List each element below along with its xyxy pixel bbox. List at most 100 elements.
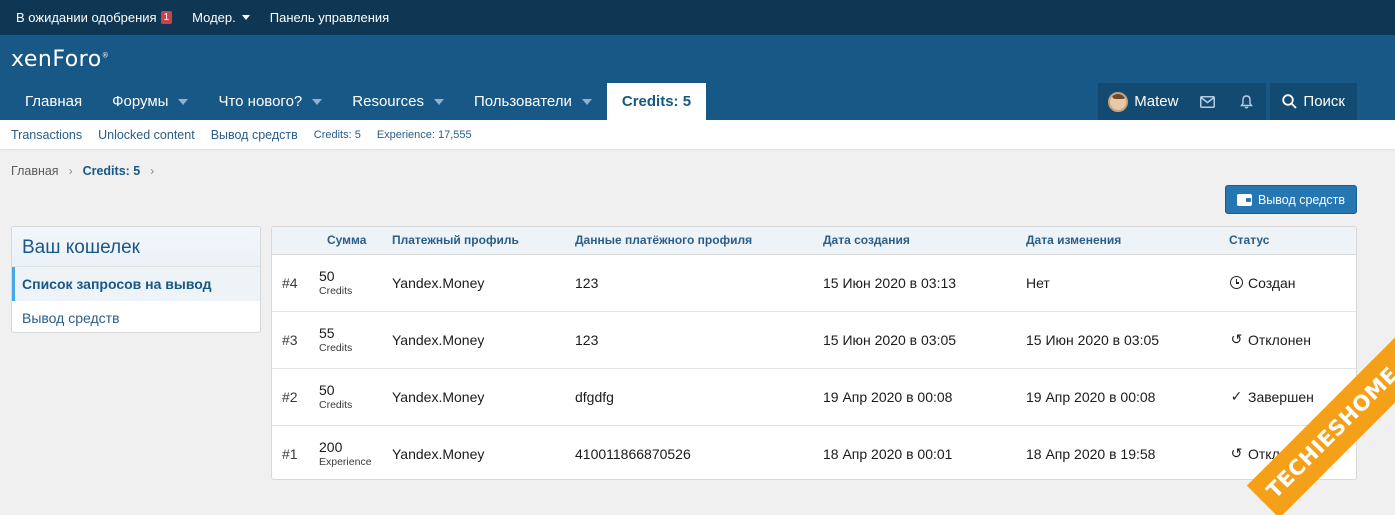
row-status: Создан (1229, 254, 1356, 312)
tab-forums[interactable]: Форумы (97, 83, 203, 120)
tab-members[interactable]: Пользователи (459, 83, 607, 120)
row-created: 15 Июн 2020 в 03:13 (823, 254, 1026, 312)
row-sum: 200 Experience (319, 425, 392, 479)
user-nav: Matew Поиск (1098, 83, 1357, 120)
tab-home[interactable]: Главная (10, 83, 97, 120)
tab-members-label: Пользователи (473, 93, 572, 110)
table-row[interactable]: #4 50 Credits Yandex.Money 123 15 Июн 202… (272, 254, 1356, 312)
subnav-transactions[interactable]: Transactions (11, 128, 82, 142)
row-changed: 15 Июн 2020 в 03:05 (1026, 311, 1229, 369)
table-row[interactable]: #3 55 Credits Yandex.Money 123 15 Июн 202… (272, 311, 1356, 369)
sidebar-item-label: Список запросов на вывод (22, 276, 212, 292)
col-status-header: Статус (1229, 227, 1356, 255)
withdraw-button[interactable]: Вывод средств (1225, 185, 1357, 214)
row-profile-data: 410011866870526 (575, 445, 691, 462)
row-changed: 18 Апр 2020 в 19:58 (1026, 445, 1156, 462)
row-amount: 55 (319, 324, 335, 341)
row-created: 19 Апр 2020 в 00:08 (823, 368, 1026, 426)
moder-menu-label: Модер. (192, 10, 236, 25)
subnav-unlocked-content[interactable]: Unlocked content (98, 128, 195, 142)
main-nav: Главная Форумы Что нового? Resources Пол… (10, 83, 707, 120)
tab-credits[interactable]: Credits: 5 (606, 83, 707, 120)
row-created: 18 Апр 2020 в 00:01 (823, 445, 953, 462)
row-status-label: Создан (1248, 274, 1296, 291)
table-header-row: Сумма Платежный профиль Данные платёжног… (272, 227, 1356, 255)
row-profile-data: 123 (575, 311, 823, 369)
wallet-sidebar: Ваш кошелек Список запросов на вывод Выв… (11, 226, 261, 333)
row-profile: Yandex.Money (392, 368, 575, 426)
col-profile-data-header: Данные платёжного профиля (575, 227, 823, 255)
chevron-right-icon: › (68, 164, 73, 178)
inbox-button[interactable] (1188, 83, 1228, 120)
withdraw-button-label: Вывод средств (1257, 192, 1346, 207)
table-row[interactable]: #1 200 Experience Yandex.Money 4100118668… (272, 425, 1356, 479)
row-unit: Credits (319, 284, 353, 297)
row-created: 15 Июн 2020 в 03:05 (823, 311, 1026, 369)
search-icon (1282, 94, 1298, 109)
row-unit: Credits (319, 341, 353, 354)
search-button[interactable]: Поиск (1270, 83, 1357, 120)
user-name: Matew (1134, 93, 1179, 110)
alerts-button[interactable] (1227, 83, 1267, 120)
row-sum: 55 Credits (319, 311, 392, 369)
row-changed: 19 Апр 2020 в 00:08 (1026, 368, 1229, 426)
wallet-title: Ваш кошелек (12, 227, 260, 267)
row-unit: Experience (319, 455, 372, 468)
table-row[interactable]: #2 50 Credits Yandex.Money dfgdfg 19 Апр … (272, 368, 1356, 426)
logo-mark: ® (101, 51, 110, 60)
search-label: Поиск (1303, 93, 1345, 110)
row-id: #3 (272, 311, 319, 369)
tab-credits-label: Credits: 5 (621, 93, 692, 110)
bell-icon (1240, 94, 1254, 108)
approval-queue-link[interactable]: В ожидании одобрения 1 (16, 10, 173, 25)
tab-home-label: Главная (25, 93, 83, 110)
sub-nav: Transactions Unlocked content Вывод сред… (0, 120, 1395, 150)
tab-whats-new[interactable]: Что нового? (203, 83, 337, 120)
wallet-icon (1236, 193, 1252, 206)
chevron-down-icon (241, 15, 250, 20)
tab-forums-label: Форумы (112, 93, 169, 110)
tab-resources-label: Resources (352, 93, 424, 110)
sidebar-item-label: Вывод средств (22, 310, 120, 326)
account-menu[interactable]: Matew (1098, 83, 1189, 120)
row-amount: 50 (319, 381, 335, 398)
row-profile-data: 123 (575, 254, 823, 312)
breadcrumb-home[interactable]: Главная (11, 164, 59, 178)
withdraw-requests-table: Сумма Платежный профиль Данные платёжног… (271, 226, 1357, 480)
breadcrumb: Главная › Credits: 5 › (11, 164, 154, 178)
tab-resources[interactable]: Resources (337, 83, 459, 120)
chevron-down-icon[interactable] (312, 98, 323, 105)
row-sum: 50 Credits (319, 254, 392, 312)
chevron-down-icon[interactable] (581, 98, 592, 105)
breadcrumb-current[interactable]: Credits: 5 (83, 164, 141, 178)
col-profile-header: Платежный профиль (392, 227, 575, 255)
tab-whats-new-label: Что нового? (218, 93, 303, 110)
watermark-band: TECHIESHOME.COM (1246, 325, 1395, 515)
chevron-down-icon[interactable] (178, 98, 189, 105)
watermark: TECHIESHOME.COM (1205, 325, 1395, 515)
moder-menu[interactable]: Модер. (192, 10, 250, 25)
avatar (1108, 91, 1129, 112)
site-header: xenForo® Главная Форумы Что нового? Reso… (0, 35, 1395, 120)
col-id-header (272, 227, 319, 255)
site-logo[interactable]: xenForo® (11, 47, 109, 72)
row-profile: Yandex.Money (392, 311, 575, 369)
sidebar-item-withdraw-requests[interactable]: Список запросов на вывод (12, 267, 260, 301)
col-sum-header: Сумма (319, 227, 392, 255)
logo-text: xenForo (11, 47, 102, 72)
row-profile-data: dfgdfg (575, 368, 823, 426)
subnav-withdraw[interactable]: Вывод средств (211, 128, 298, 142)
row-id: #2 (272, 368, 319, 426)
clock-icon (1230, 276, 1243, 289)
chevron-right-icon: › (150, 164, 155, 178)
row-amount: 200 (319, 438, 343, 455)
row-id: #1 (282, 445, 298, 462)
experience-stat: Experience: 17,555 (376, 128, 472, 141)
row-changed: Нет (1026, 254, 1229, 312)
envelope-icon (1200, 95, 1216, 108)
chevron-down-icon[interactable] (433, 98, 444, 105)
row-profile: Yandex.Money (392, 254, 575, 312)
col-changed-header: Дата изменения (1026, 227, 1229, 255)
admin-panel-link[interactable]: Панель управления (270, 10, 389, 25)
sidebar-item-withdraw[interactable]: Вывод средств (12, 301, 260, 332)
